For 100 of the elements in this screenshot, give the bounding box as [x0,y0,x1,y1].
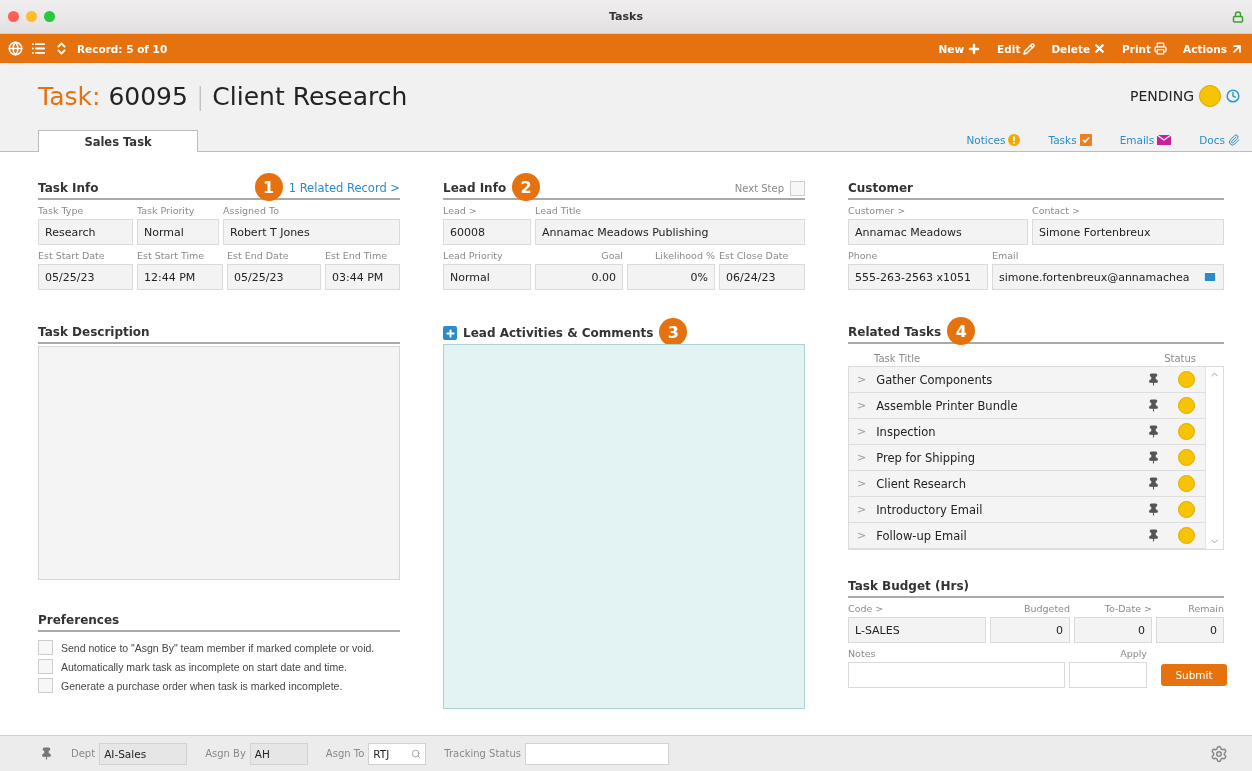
input-field[interactable]: 0 [1156,617,1224,643]
field-label: Goal [600,249,623,263]
checkbox[interactable] [790,180,805,196]
input-field[interactable]: 0 [1074,617,1152,643]
checkbox-label: Next Step [734,182,784,194]
option-label: Automatically mark task as incomplete on start date and time. [61,660,347,673]
task-title: Prep for Shipping [876,450,977,465]
status-dot [1178,397,1195,414]
input-field[interactable]: 0.00 [535,264,623,290]
title-prefix: Task: [38,81,101,111]
step-badge: 2 [512,173,541,201]
up-down-icon[interactable] [54,41,69,56]
input-field[interactable] [1069,662,1147,688]
record-counter: Record: 5 of 10 [77,42,168,55]
pencil-icon [1023,42,1036,55]
field-label: Lead Priority [443,249,504,263]
task-row[interactable]: > Client Research [849,471,1205,497]
printer-icon [1154,42,1168,55]
input-field[interactable]: Normal [137,219,219,245]
field-label: Est Close Date [719,249,790,263]
field-label: Est Start Time [137,249,206,263]
close-button[interactable] [8,11,19,22]
input-field[interactable]: Normal [443,264,531,290]
section-title: Task Budget (Hrs) [848,579,970,593]
field-label: Est End Date [227,249,290,263]
task-row[interactable]: > Assemble Printer Bundle [849,393,1205,419]
input-field[interactable]: AH [249,742,308,765]
pin-icon[interactable] [1147,425,1160,438]
pin-icon[interactable] [1147,373,1160,386]
add-button[interactable] [443,326,457,340]
input-field[interactable]: 12:44 PM [137,264,223,290]
checkbox[interactable] [38,640,53,655]
pin-icon[interactable] [1147,477,1160,490]
section-title: Customer [848,181,914,195]
option-label: Send notice to "Asgn By" team member if marked complete or void. [61,641,375,654]
field-label: To-Date > [1103,602,1152,616]
input-field[interactable]: Robert T Jones [223,219,400,245]
input-field[interactable]: 555-263-2563 x1051 [848,264,988,290]
column-header: Task Title [874,352,921,364]
input-field[interactable]: 05/25/23 [227,264,321,290]
status-dot [1178,527,1195,544]
field-label: Task Priority [137,204,196,218]
settings-icon[interactable] [1210,744,1228,763]
section-title: Lead Info [443,181,507,195]
status-text: PENDING [1130,88,1194,104]
field-label: Lead Title [535,204,583,218]
task-row[interactable]: > Prep for Shipping [849,445,1205,471]
status-dot [1178,475,1195,492]
status-dot [1178,423,1195,440]
task-row[interactable]: > Introductory Email [849,497,1205,523]
field-label: Task Type [38,204,85,218]
input-field[interactable]: 0 [990,617,1070,643]
input-field[interactable]: 05/25/23 [38,264,133,290]
field-label: Budgeted [1022,602,1070,616]
pin-icon[interactable] [1147,399,1160,412]
pin-icon[interactable] [1147,529,1160,542]
task-row[interactable]: > Gather Components [849,367,1205,393]
input-field[interactable]: 0% [627,264,715,290]
description-field[interactable] [38,346,400,580]
input-field[interactable]: 06/24/23 [719,264,805,290]
input-field[interactable]: RTJ [368,742,427,765]
search-icon[interactable] [411,748,422,759]
task-row[interactable]: > Follow-up Email [849,523,1205,549]
zoom-button[interactable] [44,11,55,22]
field-label: Contact > [1032,204,1081,218]
related-record-link[interactable]: 1 Related Record > [288,181,400,195]
input-field[interactable] [848,662,1065,688]
input-field[interactable]: Annamac Meadows Publishing [535,219,805,245]
clock-icon[interactable] [1226,89,1240,103]
input-field[interactable]: AI-Sales [99,742,188,765]
field-label: Est Start Date [38,249,106,263]
status-dot [1178,449,1195,466]
input-field[interactable]: Annamac Meadows [848,219,1028,245]
pin-icon[interactable] [40,747,53,760]
minimize-button[interactable] [26,11,37,22]
field-label: Notes [848,647,877,661]
step-badge: 3 [659,318,688,346]
field-label: Remain [1187,602,1224,616]
tab[interactable]: Sales Task [38,130,198,152]
input-field[interactable]: simone.fortenbreux@annamachea [992,264,1224,290]
input-field[interactable]: 03:44 PM [325,264,400,290]
status-dot [1199,85,1221,107]
globe-icon[interactable] [8,41,23,56]
input-field[interactable] [524,742,669,765]
list-icon[interactable] [31,41,46,56]
input-field[interactable]: L-SALES [848,617,986,643]
field-label: Email [992,249,1020,263]
pin-icon[interactable] [1147,503,1160,516]
pin-icon[interactable] [1147,451,1160,464]
field-label: Code > [848,602,885,616]
task-row[interactable]: > Inspection [849,419,1205,445]
field-label: Lead > [443,204,478,218]
input-field[interactable]: 60008 [443,219,531,245]
envelope-icon [1157,135,1172,145]
input-field[interactable]: Simone Fortenbreux [1032,219,1224,245]
checkbox[interactable] [38,678,53,693]
status-dot [1178,501,1195,518]
input-field[interactable]: Research [38,219,133,245]
checkbox[interactable] [38,659,53,674]
field-label: Dept [71,748,96,759]
